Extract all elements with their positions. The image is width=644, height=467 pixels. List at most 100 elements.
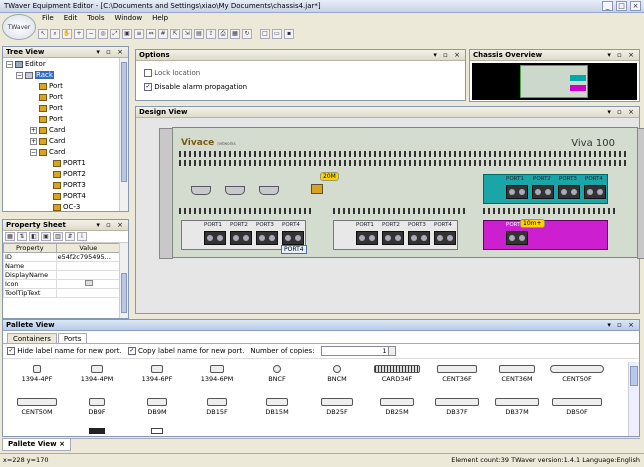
pallete-item-db9f[interactable]: DB9F [67, 398, 127, 416]
port-1[interactable] [506, 231, 528, 245]
lock-location-checkbox[interactable] [144, 69, 152, 77]
table-row[interactable]: Icon [3, 279, 122, 289]
pallete-item-db15m[interactable]: DB15M [247, 398, 307, 416]
expand-icon[interactable]: + [30, 126, 37, 134]
tree-node-port4[interactable]: PORT4 [53, 192, 86, 200]
tree-node-port[interactable]: Port [39, 115, 63, 123]
collapse-icon[interactable]: − [30, 148, 37, 156]
property-value[interactable] [55, 261, 122, 271]
print-icon[interactable]: ⎙ [218, 29, 228, 39]
chassis-rack[interactable]: Vivace networks Viva 100 20M PORT1 PORT2… [159, 127, 644, 259]
property-sheet-controls[interactable]: ▾ ▫ × [96, 220, 125, 231]
pallete-item-1394-6pf[interactable]: 1394-6PF [127, 365, 187, 383]
port-3[interactable] [408, 231, 430, 245]
property-value[interactable]: e54f2c795495... [55, 252, 122, 262]
new-file-icon[interactable]: □ [260, 29, 270, 39]
pallete-item-db25m[interactable]: DB25M [367, 398, 427, 416]
tab-ports[interactable]: Ports [57, 333, 88, 343]
pallete-item-1394-4pf[interactable]: 1394-4PF [7, 365, 67, 383]
pallete-item-db25f[interactable]: DB25F [307, 398, 367, 416]
tree-node-port3[interactable]: PORT3 [53, 181, 86, 189]
card-magenta[interactable]: PORT1 10m+ [483, 219, 608, 250]
tree-node-rack[interactable]: − Rack [16, 71, 54, 79]
tree-node-port1[interactable]: PORT1 [53, 159, 86, 167]
menu-window[interactable]: Window [115, 14, 143, 25]
sort-icon[interactable]: ⇅ [17, 232, 27, 241]
filter-icon[interactable]: ▣ [41, 232, 51, 241]
lock-location-option[interactable]: Lock location [144, 69, 200, 77]
tree-scrollbar[interactable] [119, 58, 128, 211]
tab-pallete-view[interactable]: Pallete View × [2, 439, 71, 451]
zoom-out-icon[interactable]: − [86, 29, 96, 39]
menu-help[interactable]: Help [152, 14, 168, 25]
tree-node-port[interactable]: Port [39, 93, 63, 101]
design-view-controls[interactable]: ▾ ▫ × [607, 107, 636, 118]
pallete-item-1394-6pm[interactable]: 1394-6PM [187, 365, 247, 383]
disable-alarm-checkbox[interactable]: ✓ [144, 83, 152, 91]
copies-stepper[interactable]: 1 [320, 346, 396, 356]
tree-node-port[interactable]: Port [39, 104, 63, 112]
copy-label-option[interactable]: ✓ Copy label name for new port. [127, 347, 244, 355]
copy-label-checkbox[interactable]: ✓ [127, 347, 136, 355]
export-icon[interactable]: ⇪ [206, 29, 216, 39]
pallete-item-cent50m[interactable]: CENT50M [7, 398, 67, 416]
disable-alarm-option[interactable]: ✓ Disable alarm propagation [144, 83, 247, 91]
fit-width-icon[interactable]: ⇔ [146, 29, 156, 39]
port-4[interactable] [584, 185, 606, 199]
overview-thumbnail[interactable] [472, 63, 637, 100]
port-1[interactable] [356, 231, 378, 245]
port-1[interactable] [506, 185, 528, 199]
serial-port-2[interactable] [225, 186, 245, 195]
tree-node-oc3[interactable]: OC-3 [53, 203, 80, 211]
serial-port-3[interactable] [259, 186, 279, 195]
tag-20m[interactable]: 20M [320, 172, 339, 181]
select-tool-icon[interactable]: ↖ [38, 29, 48, 39]
menu-tools[interactable]: Tools [87, 14, 104, 25]
pallete-view-controls[interactable]: ▾ ▫ × [607, 320, 636, 331]
menu-file[interactable]: File [42, 14, 54, 25]
collapse-icon[interactable]: − [16, 71, 23, 79]
port-1[interactable] [204, 231, 226, 245]
pallete-item-cent36m[interactable]: CENT36M [487, 365, 547, 383]
port-4[interactable] [282, 231, 304, 245]
property-scrollbar[interactable] [119, 243, 128, 318]
categorize-icon[interactable]: ▦ [5, 232, 15, 241]
expand-all-icon[interactable]: ⇵ [65, 232, 75, 241]
pan-tool-icon[interactable]: ✋ [62, 29, 72, 39]
pallete-item-cent50f[interactable]: CENT50F [547, 365, 607, 383]
tree-node-editor[interactable]: − Editor [6, 60, 46, 68]
port-2[interactable] [230, 231, 252, 245]
pallete-item-bncf[interactable]: BNCF [247, 365, 307, 383]
expand-icon[interactable]: ⇱ [170, 29, 180, 39]
layout-icon[interactable]: ▦ [230, 29, 240, 39]
table-row[interactable]: ToolTipText [3, 288, 122, 298]
tree-view-controls[interactable]: ▾ ▫ × [96, 47, 125, 58]
pallete-item-db15f[interactable]: DB15F [187, 398, 247, 416]
pallete-item-db9m[interactable]: DB9M [127, 398, 187, 416]
port-2[interactable] [532, 185, 554, 199]
refresh-icon[interactable]: ↻ [242, 29, 252, 39]
tab-containers[interactable]: Containers [7, 333, 57, 343]
card-teal[interactable]: PORT1 PORT2 PORT3 PORT4 [483, 174, 608, 204]
zoom-fit-icon[interactable]: ⤢ [110, 29, 120, 39]
save-icon[interactable]: ▪ [284, 29, 294, 39]
pallete-item-card34f[interactable]: CARD34F [367, 365, 427, 383]
hide-label-option[interactable]: ✓ Hide label name for new port. [7, 347, 122, 355]
table-row[interactable]: DisplayName [3, 270, 122, 280]
pallete-item-db37m[interactable]: DB37M [487, 398, 547, 416]
serial-port-1[interactable] [191, 186, 211, 195]
chassis-overview-controls[interactable]: ▾ ▫ × [607, 50, 636, 61]
tree-node-card[interactable]: + Card [30, 126, 65, 134]
pallete-scrollbar[interactable] [628, 362, 639, 436]
info-icon[interactable]: i [77, 232, 87, 241]
pallete-item-1394-4pm[interactable]: 1394-4PM [67, 365, 127, 383]
menu-edit[interactable]: Edit [64, 14, 78, 25]
table-row[interactable]: Name [3, 261, 122, 271]
pallete-item-bncm[interactable]: BNCM [307, 365, 367, 383]
zoom-in-icon[interactable]: + [74, 29, 84, 39]
tree-node-card[interactable]: − Card [30, 148, 65, 156]
pallete-item-db37f[interactable]: DB37F [427, 398, 487, 416]
tag-10m[interactable]: 10m+ [520, 219, 545, 228]
expand-icon[interactable]: + [30, 137, 37, 145]
grid-icon[interactable]: ▥ [53, 232, 63, 241]
